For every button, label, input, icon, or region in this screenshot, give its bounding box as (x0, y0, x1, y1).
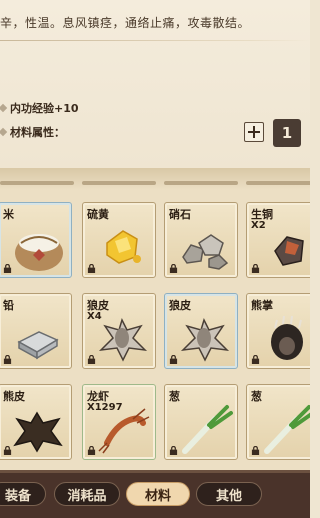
lock-icon (169, 264, 178, 273)
quantity-display: 1 (273, 119, 301, 147)
lock-icon (251, 355, 260, 364)
inventory-grid[interactable]: 米 硫黄 硝石 生铜 X2 铅 狼皮 X4 狼皮 熊掌 熊皮 龙虾 X1297 … (0, 168, 310, 470)
item-name: 狼皮 (169, 299, 191, 312)
lock-icon (87, 355, 96, 364)
lock-icon (251, 446, 260, 455)
tab-materials[interactable]: 材料 (126, 482, 190, 506)
inventory-slot-rice[interactable]: 米 (0, 202, 72, 278)
stat-exp-line: 内功经验+10 (0, 100, 79, 116)
row-edge (164, 181, 238, 185)
divider (0, 40, 310, 41)
item-name: 熊皮 (3, 390, 25, 403)
lock-icon (3, 264, 12, 273)
lock-icon (87, 446, 96, 455)
item-description: 辛，性温。息风镇痉，通络止痛，攻毒散结。 (0, 16, 251, 30)
tab-consumables[interactable]: 消耗品 (54, 482, 120, 506)
item-name: 熊掌 (251, 299, 273, 312)
plus-icon (248, 126, 260, 138)
saltpeter-stones-icon (182, 234, 229, 270)
category-tab-bar: 装备 消耗品 材料 其他 (0, 470, 310, 518)
lock-icon (169, 355, 178, 364)
item-name: 硝石 (169, 208, 191, 221)
raw-copper-icon (274, 236, 304, 266)
lock-icon (169, 446, 178, 455)
wolf-pelt-icon (180, 317, 230, 362)
bear-paw-icon (271, 315, 303, 360)
inventory-slot-scallion-2[interactable]: 葱 (246, 384, 310, 460)
row-edge (82, 181, 156, 185)
row-edge (0, 181, 74, 185)
inventory-slot-raw-copper[interactable]: 生铜 X2 (246, 202, 310, 278)
bear-pelt-icon (13, 411, 63, 453)
inventory-slot-wolf-pelt-2[interactable]: 狼皮 (164, 293, 238, 369)
tab-equipment[interactable]: 装备 (0, 482, 46, 506)
inventory-slot-scallion[interactable]: 葱 (164, 384, 238, 460)
scallion-icon (264, 405, 310, 454)
row-edge (246, 181, 310, 185)
bullet-diamond-icon (0, 128, 8, 136)
tab-other[interactable]: 其他 (196, 482, 262, 506)
lock-icon (87, 264, 96, 273)
increase-quantity-button[interactable] (244, 122, 264, 142)
scallion-icon (182, 405, 233, 454)
inventory-slot-wolf-pelt[interactable]: 狼皮 X4 (82, 293, 156, 369)
item-info-panel: 辛，性温。息风镇痉，通络止痛，攻毒散结。 内功经验+10 材料属性： 1 (0, 0, 310, 168)
inventory-slot-lobster[interactable]: 龙虾 X1297 (82, 384, 156, 460)
lock-icon (251, 264, 260, 273)
lock-icon (3, 446, 12, 455)
inventory-slot-saltpeter[interactable]: 硝石 (164, 202, 238, 278)
bullet-diamond-icon (0, 104, 8, 112)
stat-exp-text: 内功经验+10 (10, 102, 79, 115)
rice-sack-icon (15, 234, 63, 271)
material-attr-line: 材料属性： (0, 124, 65, 140)
item-name: 葱 (169, 390, 180, 403)
wolf-pelt-icon (98, 317, 148, 362)
inventory-slot-lead[interactable]: 铅 (0, 293, 72, 369)
sulfur-icon (106, 230, 141, 264)
material-attr-label: 材料属性： (10, 126, 65, 139)
inventory-slot-bear-paw[interactable]: 熊掌 (246, 293, 310, 369)
lobster-icon (98, 408, 150, 454)
item-name: 葱 (251, 390, 262, 403)
lock-icon (3, 355, 12, 364)
inventory-slot-sulfur[interactable]: 硫黄 (82, 202, 156, 278)
item-name: 硫黄 (87, 208, 109, 221)
lead-ingot-icon (17, 331, 59, 360)
item-name: 米 (3, 208, 14, 221)
inventory-slot-bear-pelt[interactable]: 熊皮 (0, 384, 72, 460)
item-name: 铅 (3, 299, 14, 312)
